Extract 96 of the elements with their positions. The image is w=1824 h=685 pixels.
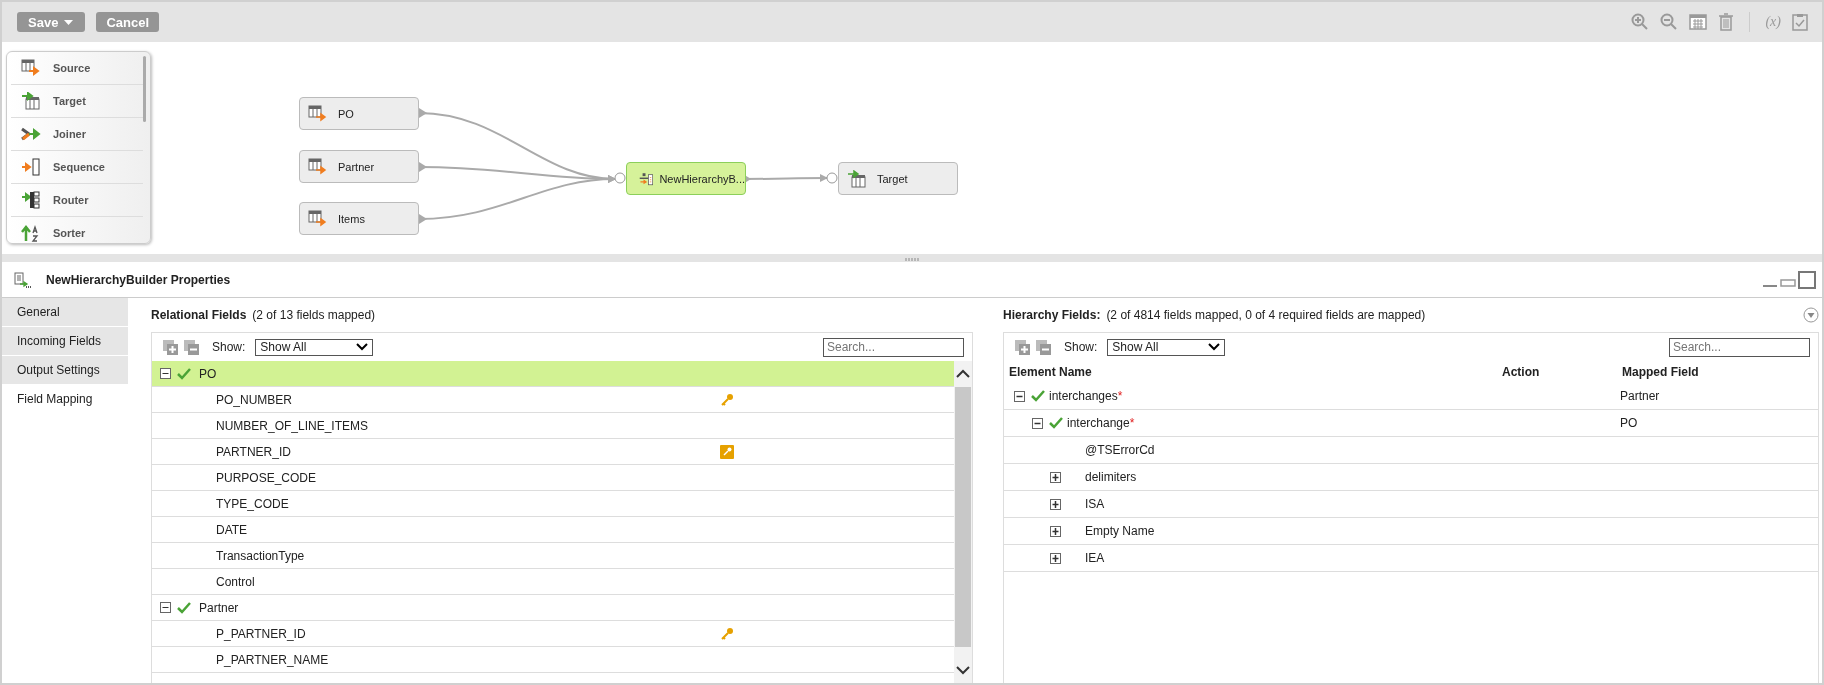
caret-icon xyxy=(64,19,74,25)
transformation-icon xyxy=(21,92,41,110)
resize-grip-icon[interactable] xyxy=(905,258,919,262)
palette-item[interactable]: Joiner xyxy=(11,118,143,151)
mapping-node[interactable]: Partner xyxy=(299,150,419,183)
element-name[interactable]: Empty Name xyxy=(1085,524,1155,538)
hierarchy-builder-icon xyxy=(14,271,32,288)
transformation-icon xyxy=(308,209,328,228)
field-name[interactable]: Control xyxy=(216,574,720,589)
show-label: Show: xyxy=(1064,340,1098,354)
field-name[interactable]: TYPE_CODE xyxy=(216,496,720,511)
palette-item[interactable]: Sorter xyxy=(11,217,143,243)
group-row[interactable]: PO xyxy=(152,361,954,387)
element-name[interactable]: IEA xyxy=(1085,551,1105,565)
expander-icon[interactable] xyxy=(1050,498,1061,510)
palette-item[interactable]: Sequence xyxy=(11,151,143,184)
expander-icon[interactable] xyxy=(1032,417,1043,429)
column-header: Element Name xyxy=(1008,365,1093,379)
element-name[interactable]: interchange xyxy=(1067,416,1130,430)
zoom-in-icon[interactable] xyxy=(1631,13,1650,31)
expander-icon[interactable] xyxy=(1050,471,1061,483)
element-name[interactable]: interchanges xyxy=(1049,389,1118,403)
field-name[interactable]: P_PARTNER_NAME xyxy=(216,652,720,667)
clipboard-check-icon[interactable] xyxy=(1792,13,1808,31)
scroll-up-icon[interactable] xyxy=(956,369,970,379)
transformation-icon xyxy=(21,191,41,209)
mapped-field: PO xyxy=(1620,416,1638,430)
mapped-field: Partner xyxy=(1620,389,1660,403)
trash-icon[interactable] xyxy=(1718,13,1735,31)
transformation-icon xyxy=(21,224,41,242)
search-field[interactable]: Search... xyxy=(1669,337,1810,357)
expand-all-icon[interactable] xyxy=(1014,338,1031,356)
search-field[interactable]: Search... xyxy=(823,337,964,357)
group-row[interactable]: Partner xyxy=(152,595,954,621)
mapping-node[interactable]: PO xyxy=(299,97,419,130)
side-tab[interactable]: Incoming Fields xyxy=(2,327,128,356)
required-mark: * xyxy=(1117,389,1123,403)
mapping-node[interactable]: NewHierarchyB... xyxy=(626,162,746,195)
expander-icon[interactable] xyxy=(1014,390,1025,402)
mapping-node[interactable]: Target xyxy=(838,162,958,195)
element-name[interactable]: delimiters xyxy=(1085,470,1137,484)
chevron-down-icon xyxy=(1208,343,1221,351)
column-header: Mapped Field xyxy=(1621,365,1700,379)
show-dropdown[interactable]: Show All xyxy=(1107,338,1226,356)
expander-icon[interactable] xyxy=(1050,525,1061,537)
expand-all-icon[interactable] xyxy=(162,338,179,356)
field-name[interactable]: PURPOSE_CODE xyxy=(216,470,720,485)
vertical-scrollbar[interactable] xyxy=(954,361,972,683)
transformation-icon xyxy=(308,104,328,123)
zoom-out-icon[interactable] xyxy=(1660,13,1679,31)
panel-title: NewHierarchyBuilder Properties xyxy=(46,272,231,287)
column-header: Action xyxy=(1502,365,1541,379)
input-port-icon[interactable] xyxy=(826,172,838,184)
mapping-summary: (2 of 4814 fields mapped, 0 of 4 required fields are mapped) xyxy=(1106,308,1426,322)
transformation-icon xyxy=(21,125,41,143)
palette-item[interactable]: Router xyxy=(11,184,143,217)
required-mark: * xyxy=(1129,416,1135,430)
field-name[interactable]: PO_NUMBER xyxy=(216,392,720,407)
collapse-all-icon[interactable] xyxy=(1035,338,1052,356)
chevron-down-icon xyxy=(356,343,369,351)
field-name[interactable]: NUMBER_OF_LINE_ITEMS xyxy=(216,418,720,433)
scrollbar-thumb[interactable] xyxy=(143,56,146,122)
maximize-icon[interactable] xyxy=(1798,270,1816,289)
collapse-icon[interactable] xyxy=(160,368,171,379)
collapse-icon[interactable] xyxy=(160,602,171,613)
group-name: PO xyxy=(199,366,217,381)
grid-icon[interactable] xyxy=(1689,14,1708,30)
transformation-icon xyxy=(21,158,41,176)
field-name[interactable]: TransactionType xyxy=(216,548,720,563)
scroll-down-icon[interactable] xyxy=(956,665,970,675)
section-title: Hierarchy Fields: xyxy=(1003,308,1101,322)
field-name[interactable]: DATE xyxy=(216,522,720,537)
collapse-panel-icon[interactable] xyxy=(1803,307,1819,323)
side-tab[interactable]: Output Settings xyxy=(2,356,128,385)
collapse-all-icon[interactable] xyxy=(183,338,200,356)
key-icon xyxy=(720,626,734,641)
palette-item[interactable]: Source xyxy=(11,52,143,85)
element-name[interactable]: ISA xyxy=(1085,497,1105,511)
show-dropdown[interactable]: Show All xyxy=(255,338,374,356)
side-tab[interactable]: General xyxy=(2,298,128,327)
group-name: Partner xyxy=(199,600,239,615)
mapping-summary: (2 of 13 fields mapped) xyxy=(252,308,376,322)
section-title: Relational Fields xyxy=(151,308,247,322)
field-name[interactable]: P_PARTNER_ID xyxy=(216,626,720,641)
show-label: Show: xyxy=(212,340,246,354)
transformation-icon xyxy=(21,59,41,77)
mapping-node[interactable]: Items xyxy=(299,202,419,235)
expander-icon[interactable] xyxy=(1050,552,1061,564)
palette-item[interactable]: Target xyxy=(11,85,143,118)
element-name[interactable]: @TSErrorCd xyxy=(1085,443,1155,457)
transformation-icon xyxy=(308,157,328,176)
key-icon xyxy=(720,392,734,407)
field-name[interactable]: PARTNER_ID xyxy=(216,444,720,459)
transformation-icon xyxy=(847,169,867,188)
foreign-key-icon xyxy=(720,444,734,459)
input-port-icon[interactable] xyxy=(614,172,626,184)
